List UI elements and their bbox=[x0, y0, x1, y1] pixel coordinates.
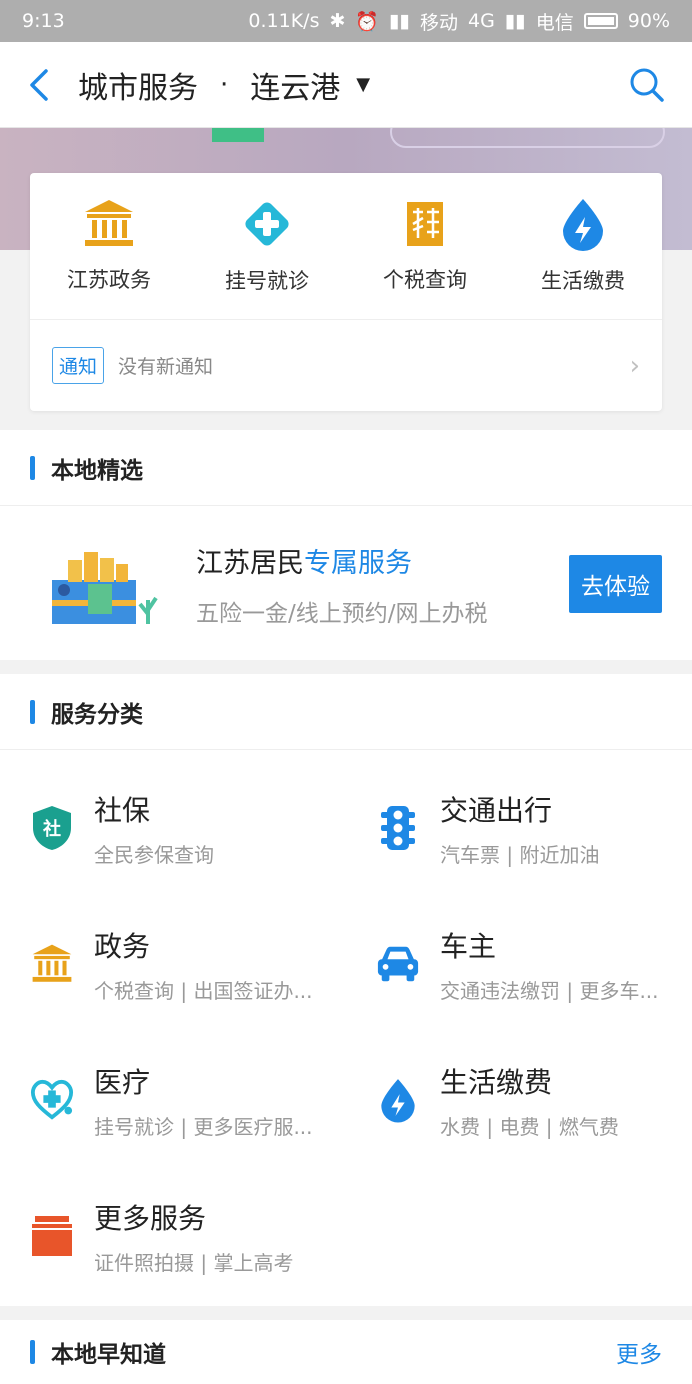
city-selector[interactable]: 城市服务 · 连云港 ▼ bbox=[78, 63, 602, 107]
caret-down-icon: ▼ bbox=[356, 74, 371, 95]
title-separator: · bbox=[220, 69, 229, 100]
section-accent-bar bbox=[30, 1340, 35, 1364]
government-building-icon bbox=[85, 200, 133, 246]
network-type: 4G bbox=[468, 10, 495, 32]
alarm-icon: ⏰ bbox=[355, 10, 380, 33]
category-subtitle: 交通违法缴罚 | 更多车... bbox=[440, 978, 659, 1003]
section-accent-bar bbox=[30, 699, 35, 724]
car-icon bbox=[377, 946, 419, 982]
stethoscope-icon bbox=[30, 1079, 74, 1120]
category-title: 生活缴费 bbox=[440, 1065, 553, 1099]
utility-bolt-icon bbox=[381, 1079, 415, 1123]
category-title: 政务 bbox=[94, 929, 151, 963]
back-button[interactable] bbox=[0, 42, 78, 128]
battery-level: 90% bbox=[627, 10, 670, 32]
category-government[interactable]: 政务 个税查询 | 出国签证办... bbox=[0, 896, 346, 1032]
category-subtitle: 个税查询 | 出国签证办... bbox=[94, 978, 313, 1003]
chevron-left-icon bbox=[30, 68, 48, 101]
promo-banner[interactable]: 江苏居民专属服务 五险一金/线上预约/网上办税 去体验 bbox=[0, 506, 692, 662]
banner-slogan-frame bbox=[390, 128, 665, 148]
quick-item-label: 挂号就诊 bbox=[225, 269, 309, 293]
local-news-section: 本地早知道 更多 bbox=[0, 1320, 692, 1384]
signal-icon: ▮▮ bbox=[389, 10, 410, 32]
category-title: 更多服务 bbox=[94, 1201, 207, 1235]
category-more-services[interactable]: 更多服务 证件照拍摄 | 掌上高考 bbox=[0, 1168, 346, 1304]
quick-item-registration[interactable]: 挂号就诊 bbox=[188, 173, 346, 319]
local-picks-section: 本地精选 江苏居民专属服务 五险一金/线上预约/网上办税 去体验 bbox=[0, 430, 692, 660]
quick-item-tax[interactable]: 个税查询 bbox=[346, 173, 504, 319]
social-security-shield-icon: 社 bbox=[33, 806, 71, 850]
status-time: 9:13 bbox=[22, 10, 65, 32]
category-title: 车主 bbox=[440, 929, 497, 963]
search-button[interactable] bbox=[602, 42, 692, 128]
category-subtitle: 水费 | 电费 | 燃气费 bbox=[440, 1114, 619, 1139]
service-categories-section: 服务分类 社 社保 全民参保查询 交通出行 汽车票 | 附近加油 政务 个税查询… bbox=[0, 674, 692, 1306]
section-title: 服务分类 bbox=[51, 701, 143, 728]
banner-tag bbox=[212, 128, 264, 142]
category-utility[interactable]: 生活缴费 水费 | 电费 | 燃气费 bbox=[346, 1032, 692, 1168]
svg-text:社: 社 bbox=[43, 818, 61, 840]
category-subtitle: 全民参保查询 bbox=[94, 842, 214, 867]
category-title: 交通出行 bbox=[440, 793, 553, 827]
battery-icon bbox=[583, 13, 618, 29]
notice-text: 没有新通知 bbox=[118, 356, 214, 378]
medical-cross-icon bbox=[245, 202, 289, 246]
category-subtitle: 证件照拍摄 | 掌上高考 bbox=[94, 1250, 294, 1275]
try-it-button[interactable]: 去体验 bbox=[569, 555, 662, 613]
government-building-icon bbox=[32, 944, 72, 982]
carrier-2: 电信 bbox=[535, 11, 574, 34]
category-car-owner[interactable]: 车主 交通违法缴罚 | 更多车... bbox=[346, 896, 692, 1032]
traffic-light-icon bbox=[381, 806, 415, 850]
notice-bar[interactable]: 通知 没有新通知 › bbox=[30, 319, 662, 411]
quick-item-label: 个税查询 bbox=[383, 268, 467, 292]
box-icon bbox=[32, 1216, 72, 1256]
carrier-1: 移动 bbox=[420, 11, 459, 34]
promo-title-prefix: 江苏居民 bbox=[196, 547, 304, 579]
quick-item-utility[interactable]: 生活缴费 bbox=[504, 173, 662, 319]
category-subtitle: 汽车票 | 附近加油 bbox=[440, 842, 600, 867]
search-icon bbox=[630, 68, 664, 102]
promo-title-highlight: 专属服务 bbox=[304, 547, 412, 579]
chevron-right-icon: › bbox=[629, 350, 640, 381]
city-name: 连云港 bbox=[250, 70, 341, 106]
network-speed: 0.11K/s bbox=[248, 10, 320, 32]
category-subtitle: 挂号就诊 | 更多医疗服... bbox=[94, 1114, 313, 1139]
quick-item-label: 江苏政务 bbox=[67, 268, 151, 292]
category-medical[interactable]: 医疗 挂号就诊 | 更多医疗服... bbox=[0, 1032, 346, 1168]
local-picks-header: 本地精选 bbox=[0, 430, 692, 506]
notice-tag: 通知 bbox=[52, 347, 105, 384]
promo-illustration bbox=[52, 552, 158, 624]
promo-subtitle: 五险一金/线上预约/网上办税 bbox=[196, 600, 488, 627]
local-news-header: 本地早知道 更多 bbox=[0, 1320, 692, 1384]
more-link[interactable]: 更多 bbox=[616, 1335, 662, 1369]
status-bar: 9:13 0.11K/s ✱ ⏰ ▮▮ 移动 4G ▮▮ 电信 90% bbox=[0, 0, 692, 42]
bluetooth-icon: ✱ bbox=[329, 10, 346, 32]
category-title: 医疗 bbox=[94, 1065, 151, 1099]
signal-icon-2: ▮▮ bbox=[504, 10, 526, 32]
category-grid: 社 社保 全民参保查询 交通出行 汽车票 | 附近加油 政务 个税查询 | 出国… bbox=[0, 750, 692, 1304]
nav-bar: 城市服务 · 连云港 ▼ bbox=[0, 42, 692, 128]
section-title: 本地精选 bbox=[51, 457, 143, 484]
section-title: 本地早知道 bbox=[51, 1342, 166, 1368]
category-traffic[interactable]: 交通出行 汽车票 | 附近加油 bbox=[346, 760, 692, 896]
quick-item-jiangsu-gov[interactable]: 江苏政务 bbox=[30, 173, 188, 319]
quick-item-label: 生活缴费 bbox=[541, 269, 625, 293]
utility-bolt-icon bbox=[563, 199, 603, 251]
page-title: 城市服务 bbox=[78, 70, 198, 106]
section-accent-bar bbox=[30, 455, 35, 480]
quick-services-card: 江苏政务 挂号就诊 个税查询 生活缴费 通知 没有新通知 › bbox=[30, 173, 662, 411]
category-title: 社保 bbox=[94, 793, 151, 827]
categories-header: 服务分类 bbox=[0, 674, 692, 750]
category-social-security[interactable]: 社 社保 全民参保查询 bbox=[0, 760, 346, 896]
tax-icon bbox=[407, 202, 443, 246]
promo-title: 江苏居民专属服务 bbox=[196, 541, 569, 580]
